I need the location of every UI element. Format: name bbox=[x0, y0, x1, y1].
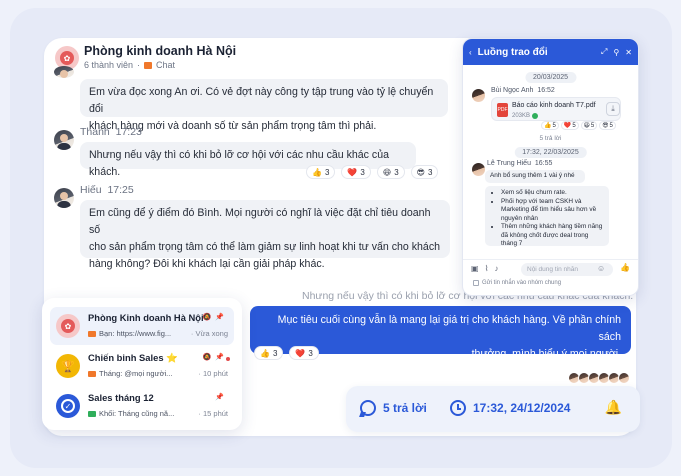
conversation-avatar: ✿ bbox=[56, 314, 80, 338]
group-logo-icon: ✿ bbox=[61, 319, 75, 333]
conversation-item[interactable]: ✓ Sales tháng 12 📌 Khối: Tháng cũng nă..… bbox=[50, 387, 234, 425]
chat-subtitle: 6 thành viên · Chat bbox=[84, 60, 176, 70]
close-icon[interactable]: ✕ bbox=[625, 48, 632, 57]
thread-author: Bùi Ngọc Anh 16:52 bbox=[491, 87, 555, 94]
conversation-time: · 10 phút bbox=[198, 369, 228, 378]
thread-message: Xem số liệu churn rate. Phối hợp với tea… bbox=[485, 186, 609, 249]
date-separator: 17:32, 22/03/2025 bbox=[514, 147, 587, 158]
open-replies-button[interactable]: 5 trả lời bbox=[360, 400, 427, 416]
pin-icon: 📌 bbox=[215, 394, 224, 401]
conversation-status-icons: 🔕 📌 bbox=[203, 313, 224, 321]
clock-icon bbox=[450, 400, 466, 416]
back-icon[interactable]: ‹ bbox=[469, 48, 472, 57]
chat-channel-icon bbox=[144, 61, 153, 69]
comment-icon bbox=[360, 400, 376, 416]
seen-avatars[interactable] bbox=[568, 372, 630, 384]
group-logo-icon: ✿ bbox=[60, 51, 74, 65]
pdf-file-icon: PDF bbox=[497, 103, 508, 117]
reaction-heart[interactable]: ❤️ 3 bbox=[289, 346, 319, 360]
avatar[interactable] bbox=[54, 130, 74, 150]
thread-summary-bar: 5 trả lời 17:32, 24/12/2024 🔔 bbox=[346, 386, 640, 432]
composer-tools: ▣ ⌇ ♪ bbox=[471, 264, 498, 273]
bell-icon[interactable]: 🔔 bbox=[605, 399, 622, 416]
reaction-like[interactable]: 👍 3 bbox=[306, 165, 336, 179]
thread-message: Anh bổ sung thêm 1 vài ý nhé bbox=[485, 170, 585, 183]
send-to-channel-checkbox[interactable]: Gửi tin nhắn vào nhóm chung bbox=[473, 280, 561, 286]
unread-dot bbox=[226, 357, 230, 361]
checkbox-icon bbox=[473, 280, 479, 286]
reaction-heart[interactable]: ❤️ 5 bbox=[560, 121, 579, 130]
attach-icon[interactable]: ⌇ bbox=[485, 264, 489, 273]
channel-tag-icon bbox=[88, 370, 96, 377]
download-button[interactable]: ⤓ bbox=[606, 102, 620, 116]
conversation-title: Chiến binh Sales ⭐ bbox=[88, 352, 178, 363]
thread-header: ‹ Luồng trao đổi ⤢ ⚲ ✕ bbox=[463, 39, 638, 65]
bullet-list: Xem số liệu churn rate. Phối hợp với tea… bbox=[490, 189, 604, 249]
pin-icon[interactable]: ⚲ bbox=[613, 48, 619, 57]
conversation-preview: Tháng: @mọi người... bbox=[88, 369, 172, 378]
thread-reactions: 👍 5 ❤️ 5 😆 5 😎 5 bbox=[541, 121, 616, 130]
pin-icon: 📌 bbox=[215, 314, 224, 321]
check-badge-icon: ✓ bbox=[61, 399, 75, 413]
reply-count: 5 trả lời bbox=[539, 135, 562, 142]
reaction-like[interactable]: 👍 3 bbox=[254, 346, 284, 360]
conversation-status-icons: 📌 bbox=[215, 393, 224, 401]
reaction-cool[interactable]: 😎 5 bbox=[599, 121, 616, 130]
conversation-status-icons: 🔕 📌 bbox=[203, 353, 224, 361]
chat-title[interactable]: Phòng kinh doanh Hà Nội bbox=[84, 44, 236, 58]
avatar[interactable] bbox=[472, 163, 485, 176]
reaction-laugh[interactable]: 😆 5 bbox=[580, 121, 598, 130]
member-count[interactable]: 6 thành viên bbox=[84, 60, 133, 70]
conversation-preview: Khối: Tháng cũng nă... bbox=[88, 409, 174, 418]
conversation-time: · Vừa xong bbox=[190, 329, 228, 338]
conversation-title: Phòng Kinh doanh Hà Nội bbox=[88, 312, 204, 323]
emoji-icon[interactable]: ☺ bbox=[597, 264, 605, 273]
pin-icon: 📌 bbox=[215, 354, 224, 361]
uploaded-check-icon bbox=[532, 113, 539, 119]
thread-author: Lê Trung Hiếu 16:55 bbox=[487, 160, 553, 167]
conversation-avatar: ✓ bbox=[56, 394, 80, 418]
conversation-avatar: 🏆 bbox=[56, 354, 80, 378]
conversation-preview: Bạn: https://www.fig... bbox=[88, 329, 171, 338]
message-bubble: Em vừa đọc xong An ơi. Có vẻ đợt này côn… bbox=[80, 79, 448, 132]
message-sender: Thanh 17:23 bbox=[80, 126, 142, 138]
mic-icon[interactable]: ♪ bbox=[494, 264, 498, 273]
reaction-bar: 👍 3 ❤️ 3 😆 3 😎 3 bbox=[306, 165, 439, 179]
file-name: Báo cáo kinh doanh T7.pdf bbox=[512, 102, 596, 109]
conversation-item[interactable]: 🏆 Chiến binh Sales ⭐ 🔕 📌 Tháng: @mọi ngườ… bbox=[50, 347, 234, 385]
conversation-list: ✿ Phòng Kinh doanh Hà Nội 🔕 📌 Bạn: https:… bbox=[42, 298, 242, 430]
avatar[interactable] bbox=[54, 66, 74, 78]
file-size: 203KB bbox=[512, 113, 539, 119]
seen-avatar bbox=[618, 372, 630, 384]
mute-icon: 🔕 bbox=[202, 314, 212, 321]
thread-timestamp: 17:32, 24/12/2024 bbox=[450, 400, 570, 416]
thread-composer: ▣ ⌇ ♪ ☺ 👍 Gửi tin nhắn vào nhóm chung bbox=[463, 259, 638, 289]
channel-label: Chat bbox=[156, 60, 176, 70]
file-attachment[interactable]: PDF Báo cáo kinh doanh T7.pdf 203KB bbox=[491, 97, 621, 121]
date-separator: 20/03/2025 bbox=[524, 72, 577, 83]
avatar[interactable] bbox=[472, 89, 485, 102]
expand-icon[interactable]: ⤢ bbox=[601, 47, 607, 57]
avatar[interactable] bbox=[54, 188, 74, 208]
reaction-laugh[interactable]: 😆 3 bbox=[376, 165, 405, 179]
thread-title: Luồng trao đổi bbox=[477, 46, 548, 58]
conversation-time: · 15 phút bbox=[198, 409, 228, 418]
reaction-bar: 👍 3 ❤️ 3 bbox=[254, 346, 319, 360]
message-sender: Hiếu 17:25 bbox=[80, 184, 134, 196]
thread-panel: ‹ Luồng trao đổi ⤢ ⚲ ✕ 20/03/2025 Bùi Ng… bbox=[462, 38, 639, 296]
channel-tag-icon bbox=[88, 410, 96, 417]
message-bubble: Em cũng để ý điểm đó Bình. Mọi người có … bbox=[80, 200, 450, 270]
image-icon[interactable]: ▣ bbox=[471, 264, 479, 273]
reaction-like[interactable]: 👍 5 bbox=[541, 121, 559, 130]
conversation-item[interactable]: ✿ Phòng Kinh doanh Hà Nội 🔕 📌 Bạn: https:… bbox=[50, 307, 234, 345]
mute-icon: 🔕 bbox=[202, 354, 212, 361]
channel-tag-icon bbox=[88, 330, 96, 337]
reaction-cool[interactable]: 😎 3 bbox=[410, 165, 439, 179]
reaction-heart[interactable]: ❤️ 3 bbox=[341, 165, 371, 179]
like-button[interactable]: 👍 bbox=[620, 263, 630, 272]
trophy-icon: 🏆 bbox=[61, 360, 75, 373]
conversation-title: Sales tháng 12 bbox=[88, 392, 154, 403]
